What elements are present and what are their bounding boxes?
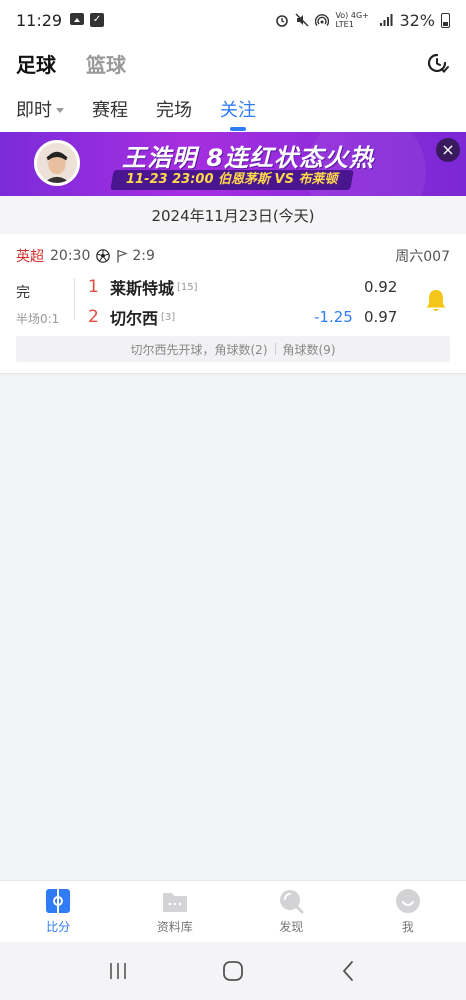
system-nav-bar — [0, 942, 466, 1000]
event-text-2: 角球数(9) — [282, 342, 336, 357]
half-time-score: 半场0:1 — [16, 312, 60, 326]
history-clock-icon[interactable] — [424, 50, 450, 76]
recent-apps-icon — [109, 963, 126, 979]
tab-football[interactable]: 足球 — [16, 49, 56, 78]
nav-score[interactable]: 比分 — [0, 881, 117, 942]
tab-live-label: 即时 — [16, 100, 52, 121]
home-icon — [223, 961, 243, 981]
match-card[interactable]: 英超 20:30 2:9 周六007 完 半场0:1 1 莱斯特城 [15] 0… — [0, 234, 466, 374]
tab-following[interactable]: 关注 — [220, 96, 256, 122]
league-name[interactable]: 英超 — [16, 246, 44, 266]
match-time: 20:30 — [50, 248, 91, 264]
date-header: 2024年11月23日(今天) — [0, 196, 466, 234]
score-icon — [46, 889, 71, 913]
folder-icon — [162, 893, 187, 912]
bottom-nav: 比分 资料库 发现 我 — [0, 880, 466, 942]
sport-header: 足球 篮球 — [0, 40, 466, 86]
profile-icon — [395, 889, 420, 913]
hotspot-icon — [315, 14, 330, 26]
mute-icon — [295, 13, 309, 27]
match-meta: 英超 20:30 2:9 周六007 — [16, 246, 450, 266]
home-team-rank: [15] — [177, 281, 198, 293]
banner-title: 王浩明 8连红状态火热 — [122, 144, 375, 172]
discover-icon — [280, 890, 304, 914]
away-odds: 0.97 — [364, 308, 398, 326]
dropdown-caret-icon — [56, 107, 64, 113]
home-button[interactable] — [221, 959, 245, 983]
home-team-name: 莱斯特城 — [110, 279, 175, 298]
home-score: 1 — [88, 277, 99, 297]
network-label: Vo) 4G+ LTE1 — [335, 11, 369, 29]
banner-subtitle-text: 11-23 23:00 伯恩茅斯 VS 布莱顿 — [126, 172, 338, 187]
banner-subtitle: 11-23 23:00 伯恩茅斯 VS 布莱顿 — [110, 170, 354, 190]
event-separator — [274, 343, 276, 355]
away-team-name: 切尔西 — [110, 309, 159, 328]
sub-tabs: 即时 赛程 完场 关注 — [0, 86, 466, 132]
status-time: 11:29 — [16, 10, 63, 30]
back-button[interactable] — [336, 959, 360, 983]
event-text-1: 切尔西先开球，角球数(2) — [130, 342, 268, 357]
back-icon — [343, 961, 354, 981]
tab-finished[interactable]: 完场 — [156, 96, 192, 122]
nav-discover[interactable]: 发现 — [233, 881, 350, 942]
away-team-row: 2 切尔西 [3] -1.25 0.97 — [88, 304, 450, 330]
recent-apps-button[interactable] — [106, 959, 130, 983]
football-icon — [96, 249, 111, 263]
corner-flag-icon — [117, 249, 129, 263]
home-odds: 0.92 — [364, 278, 398, 296]
match-number: 周六007 — [395, 249, 450, 265]
tab-basketball[interactable]: 篮球 — [86, 49, 126, 78]
banner-close-button[interactable]: × — [436, 138, 460, 162]
expert-avatar — [34, 140, 80, 186]
gallery-notification-icon — [70, 13, 85, 25]
checkbox-notification-icon: ✓ — [90, 13, 105, 27]
tab-schedule[interactable]: 赛程 — [92, 96, 128, 122]
nav-database-label: 资料库 — [156, 920, 193, 934]
nav-score-label: 比分 — [46, 920, 71, 934]
corner-ratio: 2:9 — [132, 248, 155, 264]
handicap-value: -1.25 — [314, 308, 353, 326]
nav-database[interactable]: 资料库 — [117, 881, 234, 942]
status-bar: 11:29 ✓ Vo) 4G+ LTE1 32% — [0, 0, 466, 40]
home-team-row: 1 莱斯特城 [15] 0.92 — [88, 274, 450, 300]
tab-live[interactable]: 即时 — [16, 96, 64, 122]
divider — [74, 278, 75, 320]
battery-percent: 32% — [399, 10, 435, 30]
match-events-bar: 切尔西先开球，角球数(2) 角球数(9) — [16, 336, 450, 362]
match-status: 完 半场0:1 — [16, 282, 72, 327]
away-score: 2 — [88, 307, 99, 327]
battery-icon — [441, 12, 450, 28]
nav-discover-label: 发现 — [279, 920, 304, 934]
alarm-icon — [276, 15, 289, 27]
nav-profile[interactable]: 我 — [350, 881, 466, 942]
match-status-label: 完 — [16, 285, 30, 301]
nav-profile-label: 我 — [401, 920, 414, 934]
follow-bell-icon[interactable] — [424, 288, 448, 314]
away-team-rank: [3] — [161, 311, 176, 323]
promo-banner[interactable]: 王浩明 8连红状态火热 11-23 23:00 伯恩茅斯 VS 布莱顿 × — [0, 132, 466, 196]
signal-icon — [380, 14, 393, 26]
